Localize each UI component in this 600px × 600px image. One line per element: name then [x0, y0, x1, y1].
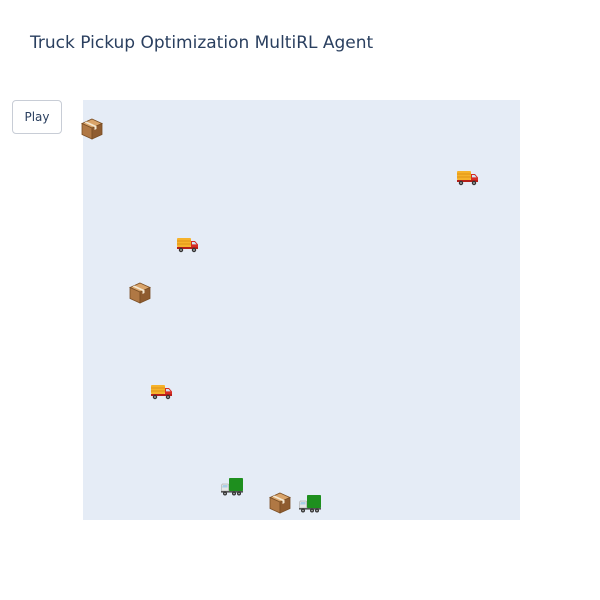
green-lorry-icon	[298, 491, 322, 515]
page-title: Truck Pickup Optimization MultiRL Agent	[30, 33, 374, 53]
package-icon	[268, 491, 292, 515]
green-lorry-icon	[220, 474, 244, 498]
map-plot-area[interactable]	[80, 100, 520, 520]
delivery-truck-icon	[150, 378, 174, 402]
app-page: Truck Pickup Optimization MultiRL Agent …	[0, 0, 600, 600]
play-button[interactable]: Play	[12, 100, 62, 134]
delivery-truck-icon	[176, 231, 200, 255]
package-icon	[80, 117, 104, 141]
delivery-truck-icon	[456, 164, 480, 188]
package-icon	[128, 281, 152, 305]
